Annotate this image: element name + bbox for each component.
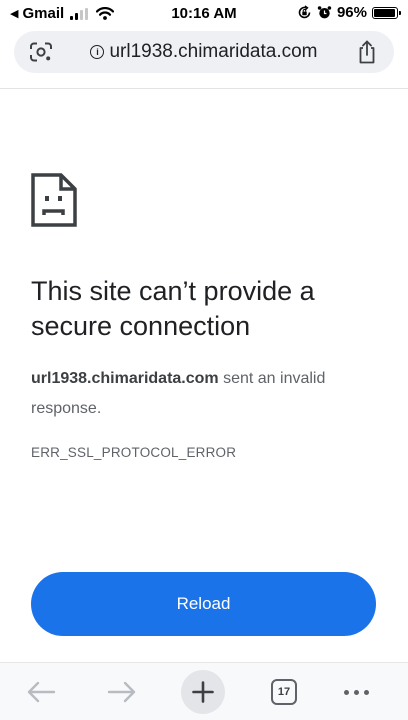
battery-fill <box>374 8 396 17</box>
forward-button[interactable] <box>99 670 145 714</box>
back-button[interactable] <box>18 670 64 714</box>
tab-switcher-button[interactable]: 17 <box>261 670 307 714</box>
share-icon[interactable] <box>356 39 378 65</box>
forward-arrow-icon <box>107 681 136 703</box>
url-text[interactable]: url1938.chimaridata.com <box>109 41 317 63</box>
new-tab-button[interactable] <box>180 670 226 714</box>
back-arrow-icon <box>27 681 56 703</box>
more-menu-button[interactable] <box>333 670 379 714</box>
orientation-lock-icon <box>298 5 311 19</box>
tab-switcher-icon: 17 <box>271 679 297 705</box>
error-host: url1938.chimaridata.com <box>31 370 219 387</box>
alarm-icon <box>317 6 332 19</box>
battery-icon <box>372 6 401 19</box>
new-tab-circle <box>181 670 225 714</box>
battery-percent: 96% <box>336 4 367 21</box>
status-bar: ◀ Gmail 10:16 AM 96% <box>0 0 408 28</box>
plus-icon <box>192 681 214 703</box>
address-bar[interactable]: i url1938.chimaridata.com <box>14 31 394 73</box>
error-description: url1938.chimaridata.com sent an invalid … <box>31 364 381 424</box>
sad-page-icon <box>31 173 77 227</box>
url-display[interactable]: i url1938.chimaridata.com <box>66 31 342 73</box>
bottom-toolbar: 17 <box>0 662 408 720</box>
error-code: ERR_SSL_PROTOCOL_ERROR <box>31 445 237 460</box>
reload-button[interactable]: Reload <box>31 572 376 636</box>
error-title: This site can’t provide a secure connect… <box>31 276 315 341</box>
info-icon[interactable]: i <box>90 45 105 59</box>
google-lens-icon[interactable] <box>29 41 53 63</box>
status-right: 96% <box>297 4 401 21</box>
more-icon <box>343 689 369 695</box>
header-divider <box>0 88 408 89</box>
